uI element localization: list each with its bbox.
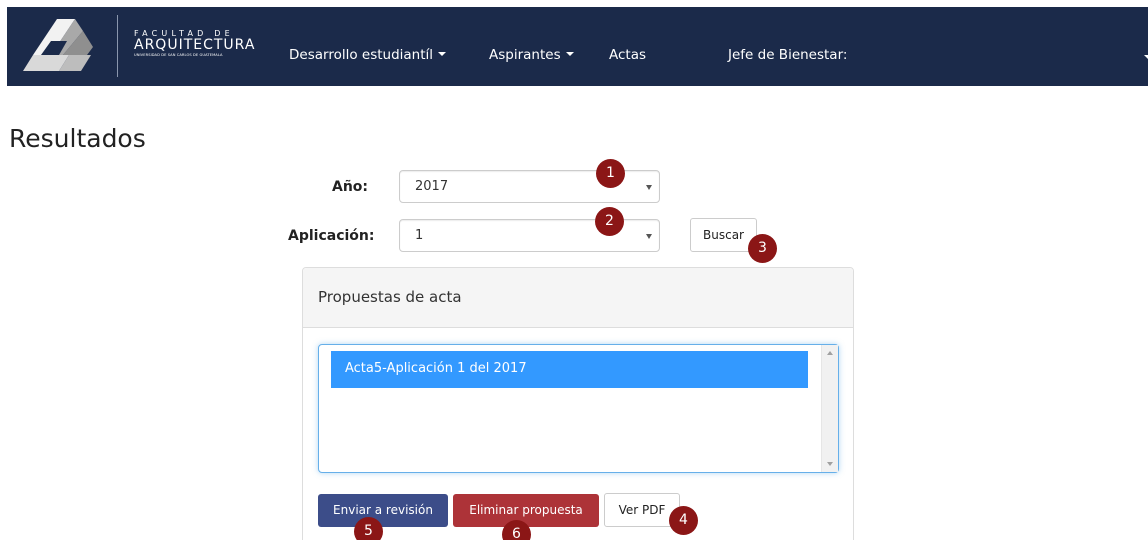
nav-label: Aspirantes bbox=[489, 47, 561, 63]
send-to-review-button[interactable]: Enviar a revisión bbox=[318, 494, 448, 527]
nav-label: Desarrollo estudiantíl bbox=[289, 47, 434, 63]
logo-divider bbox=[117, 15, 118, 77]
year-select-value: 2017 bbox=[415, 179, 449, 194]
logo-line-3: UNIVERSIDAD DE SAN CARLOS DE GUATEMALA bbox=[134, 53, 223, 57]
user-menu-caret-icon[interactable] bbox=[1144, 55, 1148, 59]
scroll-down-arrow-icon[interactable] bbox=[827, 462, 833, 466]
nav-label: Jefe de Bienestar: bbox=[728, 47, 848, 63]
panel-title: Propuestas de acta bbox=[318, 288, 462, 306]
year-label: Año: bbox=[332, 179, 369, 195]
panel-heading: Propuestas de acta bbox=[303, 268, 853, 328]
faculty-logo-icon[interactable] bbox=[19, 13, 97, 79]
proposals-listbox[interactable]: Acta5-Aplicación 1 del 2017 bbox=[318, 344, 839, 473]
step-badge-3: 3 bbox=[748, 234, 777, 263]
search-button[interactable]: Buscar bbox=[690, 218, 757, 252]
nav-jefe-bienestar[interactable]: Jefe de Bienestar: bbox=[728, 47, 847, 63]
logo-line-2: ARQUITECTURA bbox=[134, 37, 256, 53]
nav-desarrollo-estudiantil[interactable]: Desarrollo estudiantíl bbox=[289, 47, 447, 63]
dropdown-arrow-icon bbox=[646, 185, 652, 190]
nav-aspirantes[interactable]: Aspirantes bbox=[489, 47, 574, 63]
listbox-scrollbar[interactable] bbox=[821, 345, 838, 472]
step-badge-1: 1 bbox=[596, 159, 625, 188]
dropdown-arrow-icon bbox=[646, 234, 652, 239]
faculty-wordmark: FACULTAD DE ARQUITECTURA UNIVERSIDAD DE … bbox=[134, 29, 255, 58]
application-select-value: 1 bbox=[415, 228, 424, 243]
nav-actas[interactable]: Actas bbox=[609, 47, 646, 63]
list-item-selected[interactable]: Acta5-Aplicación 1 del 2017 bbox=[331, 351, 808, 388]
application-label: Aplicación: bbox=[288, 228, 375, 244]
step-badge-5: 5 bbox=[354, 517, 383, 540]
top-navbar: FACULTAD DE ARQUITECTURA UNIVERSIDAD DE … bbox=[7, 7, 1148, 86]
caret-down-icon bbox=[438, 52, 447, 56]
step-badge-4: 4 bbox=[669, 506, 698, 535]
scroll-up-arrow-icon[interactable] bbox=[827, 351, 833, 355]
step-badge-2: 2 bbox=[595, 207, 624, 236]
caret-down-icon bbox=[565, 52, 574, 56]
page-title: Resultados bbox=[9, 124, 146, 153]
nav-label: Actas bbox=[609, 47, 647, 63]
delete-proposal-button[interactable]: Eliminar propuesta bbox=[453, 494, 599, 527]
